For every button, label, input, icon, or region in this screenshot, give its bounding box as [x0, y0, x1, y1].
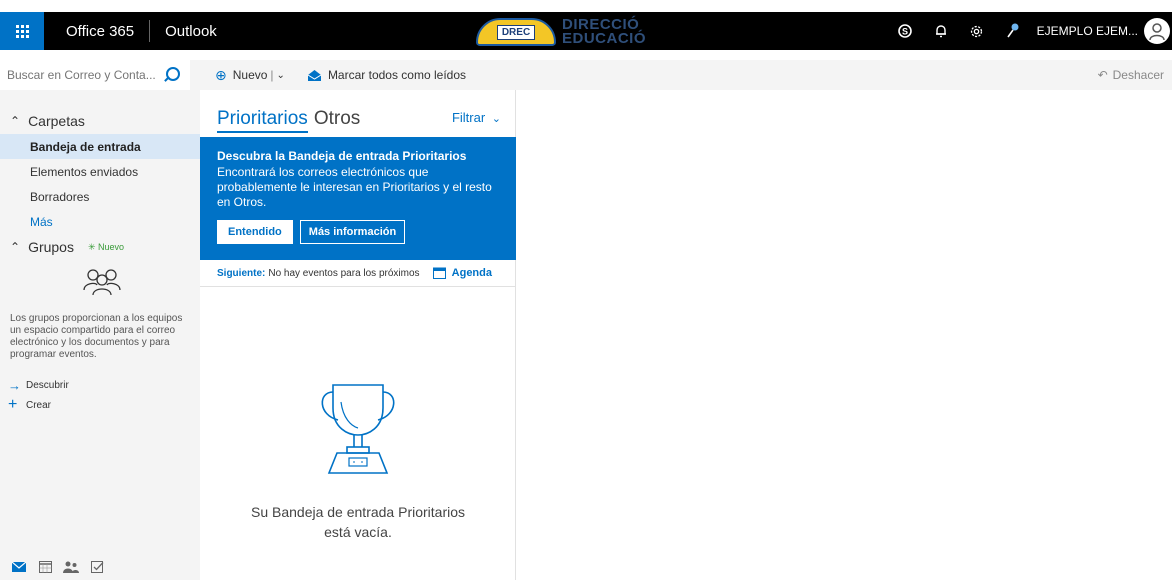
people-module-button[interactable] — [60, 560, 82, 574]
folders-more-link[interactable]: Más — [0, 209, 200, 234]
groups-icon — [83, 269, 121, 296]
empty-state: Su Bandeja de entrada Prioritarios está … — [200, 380, 516, 542]
groups-new-label: Nuevo — [98, 241, 125, 252]
agenda-link-label: Agenda — [451, 267, 492, 279]
logo-badge-text: DREC — [496, 24, 536, 40]
settings-button[interactable] — [959, 12, 995, 50]
folder-drafts[interactable]: Borradores — [0, 184, 200, 209]
chevron-up-icon: ⌃ — [10, 114, 21, 128]
folder-sent-items[interactable]: Elementos enviados — [0, 159, 200, 184]
logo-text: DIRECCIÓ EDUCACIÓ — [562, 17, 647, 47]
svg-text:S: S — [902, 27, 908, 37]
gear-icon — [971, 25, 983, 37]
folder-inbox[interactable]: Bandeja de entrada — [0, 134, 200, 159]
help-icon — [1006, 23, 1019, 38]
logo-badge: DREC — [476, 18, 556, 46]
chevron-down-icon[interactable]: ⌄ — [277, 70, 285, 81]
search-icon[interactable] — [162, 66, 180, 84]
trophy-icon — [321, 384, 395, 474]
avatar-icon — [1149, 23, 1165, 40]
agenda-next-label: Siguiente: — [217, 267, 266, 279]
calendar-icon — [432, 267, 446, 279]
notifications-button[interactable] — [923, 12, 959, 50]
mark-all-read-label: Marcar todos como leídos — [327, 68, 466, 82]
agenda-strip: Siguiente: No hay eventos para los próxi… — [200, 260, 516, 287]
create-label: Crear — [26, 399, 52, 411]
chevron-up-icon: ⌃ — [10, 240, 21, 254]
groups-heading-label: Grupos — [28, 239, 74, 255]
user-name[interactable]: EJEMPLO EJEM... — [1031, 24, 1144, 38]
bell-icon — [935, 25, 946, 38]
agenda-link[interactable]: Agenda — [432, 267, 492, 279]
tasks-icon — [90, 561, 103, 573]
sparkle-icon: ✳ — [87, 241, 99, 252]
folders-heading[interactable]: ⌃ Carpetas — [0, 108, 200, 134]
undo-label: Deshacer — [1112, 68, 1164, 82]
groups-heading[interactable]: ⌃ Grupos ✳ Nuevo — [0, 234, 200, 260]
skype-button[interactable]: S — [887, 12, 923, 50]
logo-text-line2: EDUCACIÓ — [562, 30, 647, 47]
create-group-link[interactable]: + Crear — [0, 395, 200, 415]
avatar[interactable] — [1144, 18, 1170, 44]
new-button[interactable]: ⊕ Nuevo | ⌄ — [215, 67, 285, 84]
arrow-right-icon: → — [8, 377, 21, 393]
calendar-icon — [38, 561, 52, 573]
app-launcher-button[interactable] — [0, 12, 44, 50]
app-launcher-icon — [15, 24, 29, 38]
discover-groups-link[interactable]: → Descubrir — [0, 375, 200, 395]
plus-circle-icon: ⊕ — [215, 66, 227, 83]
more-info-button[interactable]: Más información — [299, 220, 406, 244]
search-box[interactable] — [0, 60, 190, 90]
new-button-separator: | — [270, 68, 274, 82]
people-icon — [63, 561, 79, 573]
search-input[interactable] — [7, 68, 162, 82]
empty-state-line1: Su Bandeja de entrada Prioritarios — [250, 504, 466, 520]
discover-label: Descubrir — [26, 379, 69, 391]
groups-new-badge: ✳ Nuevo — [88, 242, 124, 253]
skype-icon: S — [897, 24, 912, 38]
got-it-button[interactable]: Entendido — [217, 220, 293, 244]
command-bar: ⊕ Nuevo | ⌄ Marcar todos como leídos ↶ D… — [190, 60, 1172, 90]
filter-label: Filtrar — [451, 110, 486, 125]
promo-body: Encontrará los correos electrónicos que … — [217, 165, 492, 209]
organization-logo: DREC DIRECCIÓ EDUCACIÓ — [476, 17, 647, 47]
top-bar: Office 365 Outlook DREC DIRECCIÓ EDUCACI… — [0, 12, 1172, 50]
tab-focused[interactable]: Prioritarios — [217, 108, 308, 133]
envelope-open-icon — [307, 69, 322, 81]
empty-state-line2: está vacía. — [324, 524, 392, 540]
tasks-module-button[interactable] — [86, 560, 108, 574]
inbox-pivots: Prioritarios Otros Filtrar ⌄ — [217, 108, 501, 133]
empty-state-text: Su Bandeja de entrada Prioritarios está … — [200, 502, 516, 542]
chevron-down-icon: ⌄ — [491, 113, 501, 125]
tab-other[interactable]: Otros — [314, 108, 360, 130]
help-button[interactable] — [995, 12, 1031, 50]
left-navigation: ⌃ Carpetas Bandeja de entrada Elementos … — [0, 90, 200, 580]
agenda-next-text: No hay eventos para los próximos — [268, 267, 420, 279]
groups-description: Los grupos proporcionan a los equipos un… — [10, 313, 183, 360]
focused-inbox-promo: Descubra la Bandeja de entrada Prioritar… — [200, 137, 516, 260]
office-365-brand[interactable]: Office 365 — [44, 23, 149, 40]
mail-module-button[interactable] — [8, 560, 30, 574]
promo-buttons: Entendido Más información — [217, 220, 499, 244]
mail-icon — [12, 562, 26, 572]
calendar-module-button[interactable] — [34, 560, 56, 574]
filter-button[interactable]: Filtrar ⌄ — [452, 110, 501, 125]
folders-heading-label: Carpetas — [28, 113, 85, 129]
mark-all-read-button[interactable]: Marcar todos como leídos — [307, 68, 466, 82]
top-right-controls: S EJEMPLO EJEM... — [887, 12, 1172, 50]
app-name[interactable]: Outlook — [150, 23, 217, 40]
module-switcher — [0, 554, 200, 580]
undo-button[interactable]: ↶ Deshacer — [1098, 68, 1164, 82]
promo-title: Descubra la Bandeja de entrada Prioritar… — [217, 149, 467, 163]
message-list-pane: Prioritarios Otros Filtrar ⌄ Descubra la… — [200, 90, 516, 580]
reading-pane — [517, 90, 1172, 580]
plus-icon: + — [8, 396, 18, 413]
new-button-label: Nuevo — [232, 68, 268, 82]
undo-icon: ↶ — [1097, 68, 1108, 82]
